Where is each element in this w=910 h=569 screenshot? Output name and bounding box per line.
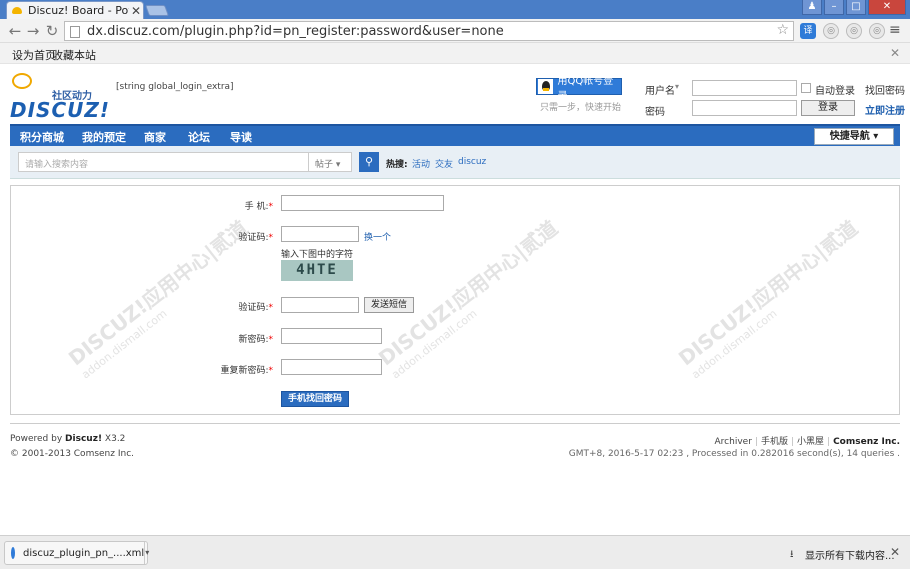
footer-link-blacklist[interactable]: 小黑屋 [797, 437, 824, 447]
login-button[interactable]: 登录 [801, 100, 855, 116]
auto-login-checkbox[interactable] [801, 83, 811, 93]
username-label: 用户名 [645, 86, 675, 97]
footer-link-archiver[interactable]: Archiver [715, 437, 752, 447]
forward-arrow-icon[interactable]: → [24, 22, 42, 40]
powered-by: Powered by Discuz! X3.2 [10, 434, 126, 444]
qq-login-label: 用QQ帐号登录 [557, 75, 614, 102]
new-tab-button[interactable] [144, 5, 170, 16]
show-all-downloads-link[interactable]: ⭳ 显示所有下载内容... [790, 547, 895, 562]
reload-icon[interactable]: ↻ [43, 22, 61, 40]
maximize-button[interactable]: □ [846, 0, 866, 15]
hot-search-item[interactable]: discuz [458, 157, 486, 167]
qq-penguin-icon [538, 79, 554, 94]
footer-stats: GMT+8, 2016-5-17 02:23 , Processed in 0.… [568, 449, 900, 459]
discuz-favicon-icon [11, 5, 24, 17]
logo-text: DISCUZ! [10, 98, 110, 122]
captcha-image[interactable]: 4HTE [281, 260, 353, 281]
close-tab-icon[interactable]: ✕ [129, 4, 143, 18]
download-item[interactable]: discuz_plugin_pn_....xml ▾ [4, 541, 149, 565]
main-nav: 积分商城 我的预定 商家 论坛 导读 快捷导航 ▾ [10, 124, 900, 146]
captcha-input[interactable] [281, 226, 359, 242]
chevron-down-icon[interactable]: ▾ [144, 542, 149, 564]
browser-tab[interactable]: Discuz! Board - Powered ✕ [6, 1, 144, 19]
url-text: dx.discuz.com/plugin.php?id=pn_register:… [87, 24, 504, 39]
refresh-captcha-link[interactable]: 换一个 [364, 230, 391, 243]
bookmark-set-homepage[interactable]: 设为首页 [12, 47, 56, 63]
nav-item-forum[interactable]: 论坛 [188, 129, 210, 145]
collapse-icon[interactable]: ✕ [890, 46, 900, 60]
phone-label: 手 机:* [244, 202, 273, 212]
phone-input[interactable] [281, 195, 444, 211]
user-icon[interactable]: ♟ [802, 0, 822, 15]
footer-link-company[interactable]: Comsenz Inc. [833, 437, 900, 447]
download-file-icon [11, 547, 15, 559]
submit-phone-recovery-button[interactable]: 手机找回密码 [281, 391, 349, 407]
send-sms-button[interactable]: 发送短信 [364, 297, 414, 313]
page-icon [70, 26, 80, 38]
browser-toolbar: ← → ↻ dx.discuz.com/plugin.php?id=pn_reg… [0, 19, 910, 43]
translate-icon[interactable]: 译 [800, 23, 816, 39]
new-password-input[interactable] [281, 328, 382, 344]
hot-search-item[interactable]: 活动 [412, 157, 430, 170]
download-arrow-icon: ⭳ [790, 548, 794, 560]
password-recovery-panel: DISCUZ!应用中心|贰道 addon.dismall.com DISCUZ!应… [10, 185, 900, 415]
search-icon[interactable]: ⚲ [359, 152, 379, 172]
footer-divider [10, 423, 900, 424]
username-input[interactable] [692, 80, 797, 96]
menu-icon[interactable]: ≡ [889, 23, 902, 37]
nav-item-guide[interactable]: 导读 [230, 129, 252, 145]
login-extra-text: [string global_login_extra] [116, 82, 234, 92]
sms-code-input[interactable] [281, 297, 359, 313]
qq-login-hint: 只需一步，快速开始 [540, 103, 622, 113]
find-password-link[interactable]: 找回密码 [865, 82, 905, 97]
extension-icon[interactable]: ◎ [823, 23, 839, 39]
nav-item-merchants[interactable]: 商家 [144, 129, 166, 145]
close-icon[interactable]: ✕ [890, 545, 900, 559]
watermark: DISCUZ!应用中心|贰道 addon.dismall.com [673, 215, 863, 382]
hot-search-item[interactable]: 交友 [435, 157, 453, 170]
bookmarks-bar: 设为首页 收藏本站 ✕ [0, 43, 910, 64]
bookmark-add-favorite[interactable]: 收藏本站 [52, 47, 96, 63]
footer-link-mobile[interactable]: 手机版 [761, 437, 788, 447]
search-bar: 请输入搜索内容 帖子 ▾ ⚲ 热搜: 活动 交友 discuz [10, 146, 900, 179]
repeat-password-label: 重复新密码:* [220, 366, 273, 376]
password-input[interactable] [692, 100, 797, 116]
logo-bubble-icon [12, 73, 32, 89]
auto-login-label: 自动登录 [815, 86, 855, 97]
hot-search-label: 热搜: [386, 160, 408, 170]
minimize-button[interactable]: – [824, 0, 844, 15]
address-bar[interactable]: dx.discuz.com/plugin.php?id=pn_register:… [64, 21, 794, 41]
captcha-label: 验证码:* [238, 233, 273, 243]
footer-links: Archiver | 手机版 | 小黑屋 | Comsenz Inc. [714, 437, 900, 447]
close-window-button[interactable]: ✕ [868, 0, 906, 15]
back-arrow-icon[interactable]: ← [6, 22, 24, 40]
discuz-logo[interactable]: 社区动力 DISCUZ! [10, 73, 109, 122]
search-input[interactable]: 请输入搜索内容 [18, 152, 318, 172]
extension-icon[interactable]: ◎ [846, 23, 862, 39]
copyright: © 2001-2013 Comsenz Inc. [10, 449, 135, 459]
download-file-name: discuz_plugin_pn_....xml [23, 547, 145, 559]
nav-item-points-mall[interactable]: 积分商城 [20, 129, 64, 145]
search-type-select[interactable]: 帖子 ▾ [308, 152, 352, 172]
register-link[interactable]: 立即注册 [865, 102, 905, 117]
extension-icon[interactable]: ◎ [869, 23, 885, 39]
qq-login-button[interactable]: 用QQ帐号登录 [536, 76, 622, 102]
repeat-password-input[interactable] [281, 359, 382, 375]
password-label: 密码 [645, 107, 665, 118]
browser-titlebar: Discuz! Board - Powered ✕ ♟ – □ ✕ [0, 0, 910, 19]
new-password-label: 新密码:* [238, 335, 273, 345]
bookmark-star-icon[interactable]: ☆ [776, 22, 789, 38]
nav-item-reservations[interactable]: 我的预定 [82, 129, 126, 145]
captcha-hint: 输入下图中的字符 [281, 250, 354, 260]
tab-title: Discuz! Board - Powered [28, 4, 129, 17]
download-shelf: discuz_plugin_pn_....xml ▾ ⭳ 显示所有下载内容...… [0, 535, 910, 569]
powered-brand-link[interactable]: Discuz! [65, 434, 102, 444]
sms-code-label: 验证码:* [238, 303, 273, 313]
quick-nav-button[interactable]: 快捷导航 ▾ [814, 128, 894, 145]
chevron-down-icon[interactable]: ▾ [675, 82, 679, 91]
